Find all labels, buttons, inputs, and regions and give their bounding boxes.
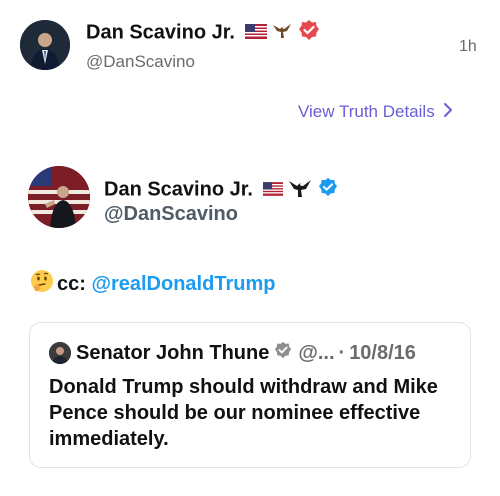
quoted-date: 10/8/16 [349,341,416,364]
author-avatar[interactable] [20,20,70,70]
embedded-author-avatar [28,166,90,228]
mention-link[interactable]: @realDonaldTrump [91,273,275,296]
author-name[interactable]: Dan Scavino Jr. [86,19,320,47]
verified-badge-icon [298,19,320,47]
quoted-author-name: Senator John Thune [76,341,270,364]
author-handle[interactable]: @DanScavino [86,52,195,72]
embedded-author-name: Dan Scavino Jr. [104,176,338,204]
embedded-author-handle: @DanScavino [104,203,238,225]
thinking-face-icon [30,269,54,299]
quoted-author-handle: @... [298,341,335,364]
quoted-separator: · [338,341,346,364]
eagle-icon [272,21,292,45]
us-flag-icon [244,22,267,45]
quoted-author-avatar [49,342,71,364]
eagle-icon [288,176,312,204]
quoted-post-header: Senator John Thune @... · 10/8/16 [76,341,416,365]
chevron-right-icon [443,102,453,122]
view-truth-details-link[interactable]: View Truth Details [298,102,453,122]
verified-badge-icon [318,177,338,203]
us-flag-icon [262,179,283,202]
post-timestamp: 1h [459,38,477,55]
quoted-post-card[interactable]: Senator John Thune @... · 10/8/16 Donald… [29,322,471,468]
verified-badge-icon [274,341,292,365]
quoted-post-text: Donald Trump should withdraw and Mike Pe… [49,376,438,450]
embedded-post-body: cc: @realDonaldTrump [30,269,275,299]
